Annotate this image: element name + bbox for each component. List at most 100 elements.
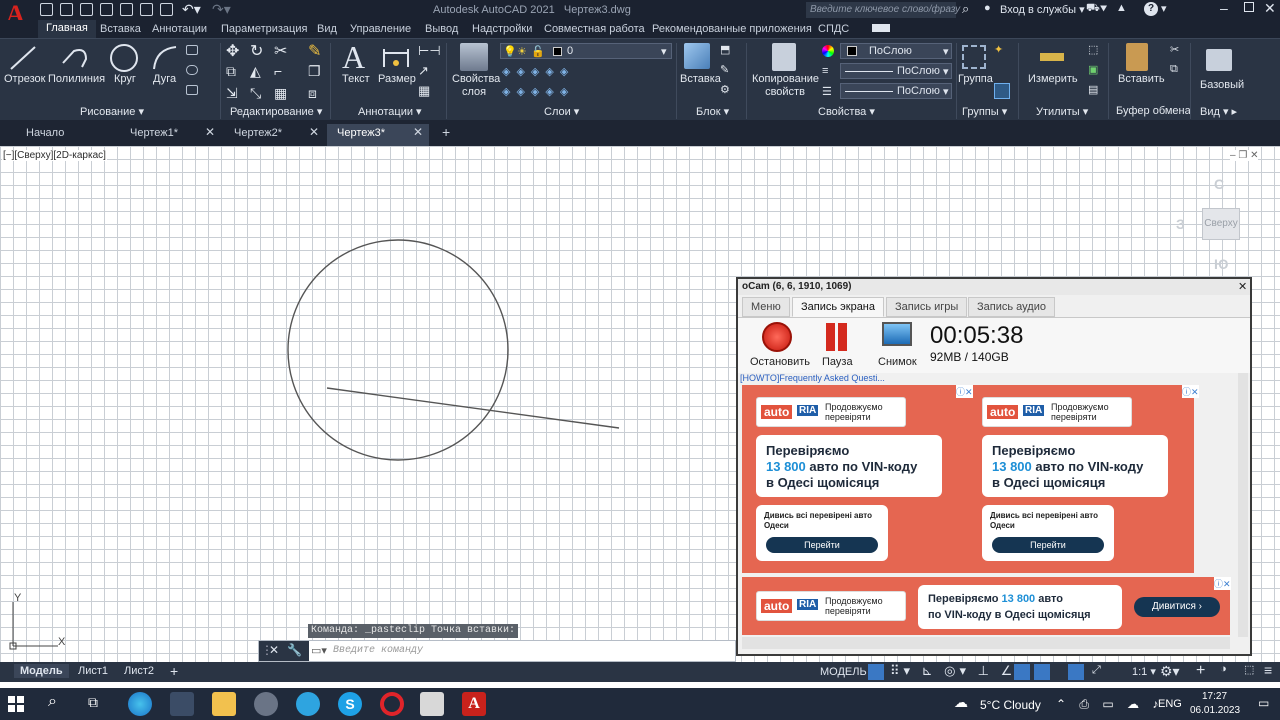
minimize-icon[interactable]: – xyxy=(1220,0,1228,16)
rectangle-icon[interactable] xyxy=(186,45,198,55)
ocam-tab-audio[interactable]: Запись аудио xyxy=(968,297,1055,317)
trim-icon[interactable]: ✂ xyxy=(274,41,287,61)
stretch-icon[interactable]: ⇲ xyxy=(226,85,238,102)
dimension-icon[interactable] xyxy=(382,45,410,71)
tab-featured-apps[interactable]: Рекомендованные приложения xyxy=(652,23,812,35)
tab-home[interactable]: Главная xyxy=(38,20,96,38)
lineweight-icon[interactable]: ≡ xyxy=(822,65,828,77)
search-icon[interactable]: ⌕ xyxy=(962,1,969,17)
line-tool-label[interactable]: Отрезок xyxy=(4,73,45,85)
layer-dropdown[interactable]: 💡 ☀ 🔓 0 ▾ xyxy=(500,43,672,59)
move-icon[interactable]: ✥ xyxy=(226,41,239,61)
arc-icon[interactable] xyxy=(150,43,180,73)
clock-time[interactable]: 17:27 xyxy=(1202,691,1227,702)
pause-icon-bar-right[interactable] xyxy=(838,323,847,351)
calculator-icon[interactable]: ▤ xyxy=(1088,83,1098,96)
auto-scale-icon[interactable]: ⤢ xyxy=(1092,664,1101,677)
linear-dim-icon[interactable]: ⊢⊣ xyxy=(418,43,441,59)
app-icon[interactable] xyxy=(254,692,278,716)
edge-icon[interactable] xyxy=(128,692,152,716)
ocam-tab-game[interactable]: Запись игры xyxy=(886,297,968,317)
ocam-taskbar-icon[interactable] xyxy=(420,692,444,716)
tab-spds[interactable]: СПДС xyxy=(818,23,849,35)
cut-icon[interactable]: ✂ xyxy=(1170,43,1179,56)
block-group-label[interactable]: Блок ▾ xyxy=(696,105,729,118)
ribbon-toggle-icon[interactable] xyxy=(872,24,890,32)
groups-group-label[interactable]: Группы ▾ xyxy=(962,105,1007,118)
polyline-icon[interactable] xyxy=(60,43,90,73)
insert-block-icon[interactable] xyxy=(684,43,710,69)
mirror-icon[interactable]: ◭ xyxy=(250,63,261,80)
rotate-icon[interactable]: ↻ xyxy=(250,41,263,61)
grid-icon[interactable] xyxy=(868,664,884,680)
exchange-icon[interactable]: ▲ xyxy=(1116,2,1127,14)
layer-tools-row1-icon[interactable]: ◈◈◈◈◈ xyxy=(502,65,602,79)
add-layout-icon[interactable]: + xyxy=(170,663,178,679)
lineweight-dropdown[interactable]: ПоСлою ▾ xyxy=(840,63,952,79)
ocam-scrollbar[interactable] xyxy=(1238,373,1248,637)
snap-toolbar-icon[interactable]: ⠿▾ ⊾ ◎▾ ⊥ ∠▾ xyxy=(890,663,1027,679)
edit-block-icon[interactable]: ✎ xyxy=(720,63,729,76)
group-edit-icon[interactable]: ✦ xyxy=(994,43,1003,56)
save-as-icon[interactable] xyxy=(100,3,113,16)
stop-button-label[interactable]: Остановить xyxy=(750,356,810,368)
open-file-icon[interactable] xyxy=(60,3,73,16)
tab-collaborate[interactable]: Совместная работа xyxy=(544,23,645,35)
group-tool-label[interactable]: Группа xyxy=(958,73,993,85)
dimension-tool-label[interactable]: Размер xyxy=(378,73,416,85)
print-icon[interactable] xyxy=(160,3,173,16)
redo-icon[interactable]: ↷▾ xyxy=(212,1,231,18)
match-properties-label[interactable]: Копирование свойств xyxy=(752,73,819,99)
leader-icon[interactable]: ↗ xyxy=(418,63,429,79)
table-icon[interactable]: ▦ xyxy=(418,83,430,99)
layer-properties-icon[interactable] xyxy=(460,43,488,71)
layer-properties-label[interactable]: Свойства слоя xyxy=(452,73,500,99)
viewcube[interactable]: Сверху xyxy=(1202,208,1240,240)
tab-manage[interactable]: Управление xyxy=(350,23,411,35)
viewcube-north[interactable]: С xyxy=(1214,176,1224,192)
measure-tool-label[interactable]: Измерить xyxy=(1028,73,1078,85)
pause-icon-bar-left[interactable] xyxy=(826,323,835,351)
isolate-icon[interactable]: ◑ xyxy=(1220,663,1227,675)
share-icon[interactable] xyxy=(140,3,153,16)
select-all-icon[interactable]: ▣ xyxy=(1088,63,1098,76)
new-tab-icon[interactable]: + xyxy=(442,124,450,140)
ad-go-button[interactable]: Перейти xyxy=(992,537,1104,553)
user-icon[interactable]: ● xyxy=(984,2,991,14)
tab-annotate[interactable]: Аннотации xyxy=(152,23,207,35)
search-icon[interactable]: ⌕ xyxy=(48,693,57,711)
copy-clip-icon[interactable]: ⧉ xyxy=(1170,63,1178,76)
quick-select-icon[interactable]: ⬚ xyxy=(1088,43,1098,56)
maximize-icon[interactable] xyxy=(1244,2,1254,12)
ad-info-icon[interactable]: ⓘ✕ xyxy=(1214,577,1231,590)
tab-addins[interactable]: Надстройки xyxy=(472,23,532,35)
cart-icon[interactable]: ⛟▾ xyxy=(1086,2,1107,16)
scale-icon[interactable]: ⤡ xyxy=(250,85,261,102)
snapshot-button-label[interactable]: Снимок xyxy=(878,356,917,368)
help-icon[interactable]: ? xyxy=(1144,2,1158,16)
ad-info-icon[interactable]: ⓘ✕ xyxy=(956,385,973,398)
tab-layout1[interactable]: Лист1 xyxy=(78,665,108,677)
close-icon[interactable]: ✕ xyxy=(1264,0,1276,17)
undo-icon[interactable]: ↶▾ xyxy=(182,1,201,18)
howto-link[interactable]: [HOWTO]Frequently Asked Questi... xyxy=(740,373,885,383)
ocam-tab-screen[interactable]: Запись экрана xyxy=(792,297,885,317)
array-icon[interactable]: ▦ xyxy=(274,85,287,102)
tab-view[interactable]: Вид xyxy=(317,23,337,35)
color-wheel-icon[interactable] xyxy=(822,45,834,57)
close-tab-icon[interactable]: ✕ xyxy=(413,125,423,139)
modify-group-label[interactable]: Редактирование ▾ xyxy=(230,105,322,118)
properties-group-label[interactable]: Свойства ▾ xyxy=(818,105,875,118)
close-tab-icon[interactable]: ✕ xyxy=(309,125,319,139)
help-dropdown-icon[interactable]: ▾ xyxy=(1161,2,1167,15)
store-icon[interactable] xyxy=(170,692,194,716)
ad-banner-large[interactable]: ⓘ✕ auto RIA Продовжуємо перевіряти Перев… xyxy=(742,385,1199,573)
group-select-icon[interactable] xyxy=(994,83,1010,99)
draw-group-label[interactable]: Рисование ▾ xyxy=(80,105,144,118)
osnap-icon[interactable] xyxy=(1014,664,1030,680)
line-icon[interactable] xyxy=(8,43,38,73)
close-tab-icon[interactable]: ✕ xyxy=(205,125,215,139)
pause-button-label[interactable]: Пауза xyxy=(822,356,853,368)
ad-go-button[interactable]: Перейти xyxy=(766,537,878,553)
copy-icon[interactable]: ⧉ xyxy=(226,63,236,80)
